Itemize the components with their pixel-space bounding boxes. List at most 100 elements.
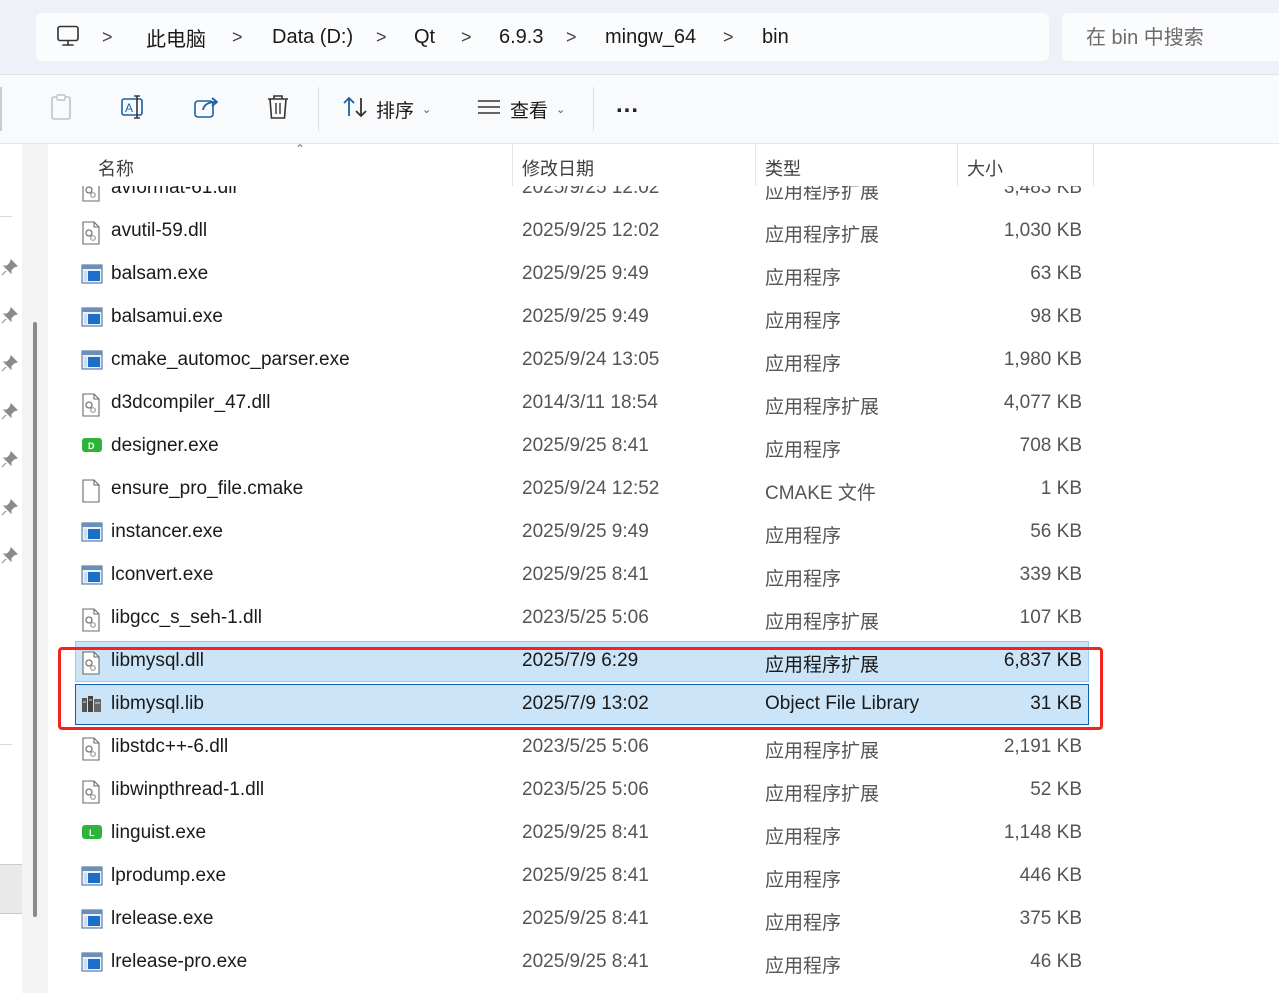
breadcrumb-mingw[interactable]: mingw_64: [605, 26, 696, 49]
address-bar[interactable]: > 此电脑 > Data (D:) > Qt > 6.9.3 > mingw_6…: [36, 13, 1049, 61]
more-options-button[interactable]: ...: [616, 89, 639, 121]
file-list[interactable]: avformat-61.dll 2025/9/25 12:02 应用程序扩展 3,48…: [48, 144, 1279, 993]
file-type: 应用程序: [765, 827, 842, 848]
file-date-modified: 2025/9/25 12:02: [522, 220, 660, 241]
file-date-modified: 2025/9/25 8:41: [522, 865, 649, 886]
nav-scrollbar-thumb[interactable]: [33, 322, 37, 917]
command-bar: A 排序 ⌄ 查看 ⌄ ...: [0, 75, 1279, 144]
breadcrumb-bin[interactable]: bin: [762, 26, 789, 49]
column-header-date[interactable]: 修改日期: [522, 155, 594, 181]
file-row[interactable]: libgcc_s_seh-1.dll 2023/5/25 5:06 应用程序扩展 10…: [48, 597, 1279, 640]
toolbar-edge: [0, 87, 2, 131]
file-size: 63 KB: [1030, 263, 1082, 284]
nav-item-partial[interactable]: [0, 864, 23, 914]
file-row[interactable]: instancer.exe 2025/9/25 9:49 应用程序 56 KB: [48, 511, 1279, 554]
sort-button[interactable]: 排序 ⌄: [342, 93, 431, 125]
delete-button[interactable]: [264, 93, 292, 125]
file-row[interactable]: d3dcompiler_47.dll 2014/3/11 18:54 应用程序扩展 4…: [48, 382, 1279, 425]
pin-icon[interactable]: [1, 306, 19, 324]
file-row[interactable]: lconvert.exe 2025/9/25 8:41 应用程序 339 KB: [48, 554, 1279, 597]
annotation-highlight-box: [58, 647, 1103, 730]
toolbar-divider: [593, 87, 594, 131]
rename-button[interactable]: A: [120, 93, 148, 125]
file-row[interactable]: lrelease-pro.exe 2025/9/25 8:41 应用程序 46 KB: [48, 941, 1279, 984]
file-size: 98 KB: [1030, 306, 1082, 327]
breadcrumb-drive-d[interactable]: Data (D:): [272, 26, 353, 49]
linguist-icon: L: [81, 823, 103, 845]
pin-icon[interactable]: [1, 354, 19, 372]
file-size: 107 KB: [1019, 607, 1082, 628]
file-type: 应用程序扩展: [765, 397, 880, 418]
file-size: 375 KB: [1019, 908, 1082, 929]
file-row[interactable]: cmake_automoc_parser.exe 2025/9/24 13:05 应…: [48, 339, 1279, 382]
breadcrumb-separator-icon[interactable]: >: [232, 27, 243, 48]
file-row[interactable]: lrelease.exe 2025/9/25 8:41 应用程序 375 KB: [48, 898, 1279, 941]
file-name: lprodump.exe: [111, 865, 227, 886]
file-row[interactable]: balsamui.exe 2025/9/25 9:49 应用程序 98 KB: [48, 296, 1279, 339]
breadcrumb-separator-icon[interactable]: >: [566, 27, 577, 48]
sort-icon: [342, 95, 368, 124]
file-size: 339 KB: [1019, 564, 1082, 585]
search-box[interactable]: [1062, 13, 1279, 61]
column-header-type[interactable]: 类型: [765, 155, 801, 181]
paste-button[interactable]: [48, 93, 74, 125]
file-date-modified: 2025/9/25 9:49: [522, 306, 649, 327]
pin-icon[interactable]: [1, 258, 19, 276]
dll-icon: [81, 737, 103, 761]
file-type: 应用程序: [765, 526, 842, 547]
column-divider[interactable]: [755, 144, 756, 186]
file-row[interactable]: Llinguist.exe 2025/9/25 8:41 应用程序 1,148 KB: [48, 812, 1279, 855]
pin-icon[interactable]: [1, 450, 19, 468]
dll-icon: [81, 393, 103, 417]
file-date-modified: 2025/9/24 13:05: [522, 349, 660, 370]
view-list-icon: [476, 96, 502, 123]
toolbar-divider: [318, 87, 319, 131]
file-type: 应用程序: [765, 913, 842, 934]
column-divider[interactable]: [512, 144, 513, 186]
file-row[interactable]: balsam.exe 2025/9/25 9:49 应用程序 63 KB: [48, 253, 1279, 296]
view-button[interactable]: 查看 ⌄: [476, 93, 565, 125]
rename-icon: A: [120, 93, 148, 126]
file-row[interactable]: avutil-59.dll 2025/9/25 12:02 应用程序扩展 1,030 …: [48, 210, 1279, 253]
file-size: 4,077 KB: [1003, 392, 1082, 413]
search-input[interactable]: [1084, 23, 1278, 53]
sort-label: 排序: [376, 100, 415, 122]
breadcrumb-this-pc[interactable]: 此电脑: [146, 23, 206, 52]
file-type: 应用程序: [765, 268, 842, 289]
more-icon: ...: [616, 91, 640, 118]
breadcrumb-separator-icon[interactable]: >: [376, 27, 387, 48]
exe-icon: [81, 350, 103, 372]
exe-icon: [81, 866, 103, 888]
column-header-name[interactable]: 名称: [98, 155, 134, 181]
column-header-size[interactable]: 大小: [967, 155, 1003, 181]
share-button[interactable]: [192, 93, 220, 125]
file-date-modified: 2025/9/25 8:41: [522, 908, 649, 929]
exe-icon: [81, 565, 103, 587]
file-row[interactable]: ensure_pro_file.cmake 2025/9/24 12:52 CMAK…: [48, 468, 1279, 511]
file-size: 46 KB: [1030, 951, 1082, 972]
address-bar-region: > 此电脑 > Data (D:) > Qt > 6.9.3 > mingw_6…: [0, 0, 1279, 75]
column-divider[interactable]: [1093, 144, 1094, 186]
file-name: avutil-59.dll: [111, 220, 208, 241]
breadcrumb-qt[interactable]: Qt: [414, 26, 435, 49]
breadcrumb-version[interactable]: 6.9.3: [499, 26, 543, 49]
exe-icon: [81, 522, 103, 544]
designer-icon: D: [81, 436, 103, 458]
breadcrumb-separator-icon[interactable]: >: [723, 27, 734, 48]
file-type: CMAKE 文件: [765, 483, 876, 504]
breadcrumb-separator-icon[interactable]: >: [461, 27, 472, 48]
dll-icon: [81, 780, 103, 804]
breadcrumb-separator-icon[interactable]: >: [102, 27, 113, 48]
file-row[interactable]: libwinpthread-1.dll 2023/5/25 5:06 应用程序扩展 5…: [48, 769, 1279, 812]
pin-icon[interactable]: [1, 498, 19, 516]
file-row[interactable]: Ddesigner.exe 2025/9/25 8:41 应用程序 708 KB: [48, 425, 1279, 468]
pin-icon[interactable]: [1, 546, 19, 564]
column-divider[interactable]: [957, 144, 958, 186]
pin-icon[interactable]: [1, 402, 19, 420]
file-date-modified: 2025/9/24 12:52: [522, 478, 660, 499]
this-pc-icon[interactable]: [56, 25, 80, 52]
file-row[interactable]: libstdc++-6.dll 2023/5/25 5:06 应用程序扩展 2,191…: [48, 726, 1279, 769]
file-name: balsam.exe: [111, 263, 209, 284]
file-size: 708 KB: [1019, 435, 1082, 456]
file-row[interactable]: lprodump.exe 2025/9/25 8:41 应用程序 446 KB: [48, 855, 1279, 898]
